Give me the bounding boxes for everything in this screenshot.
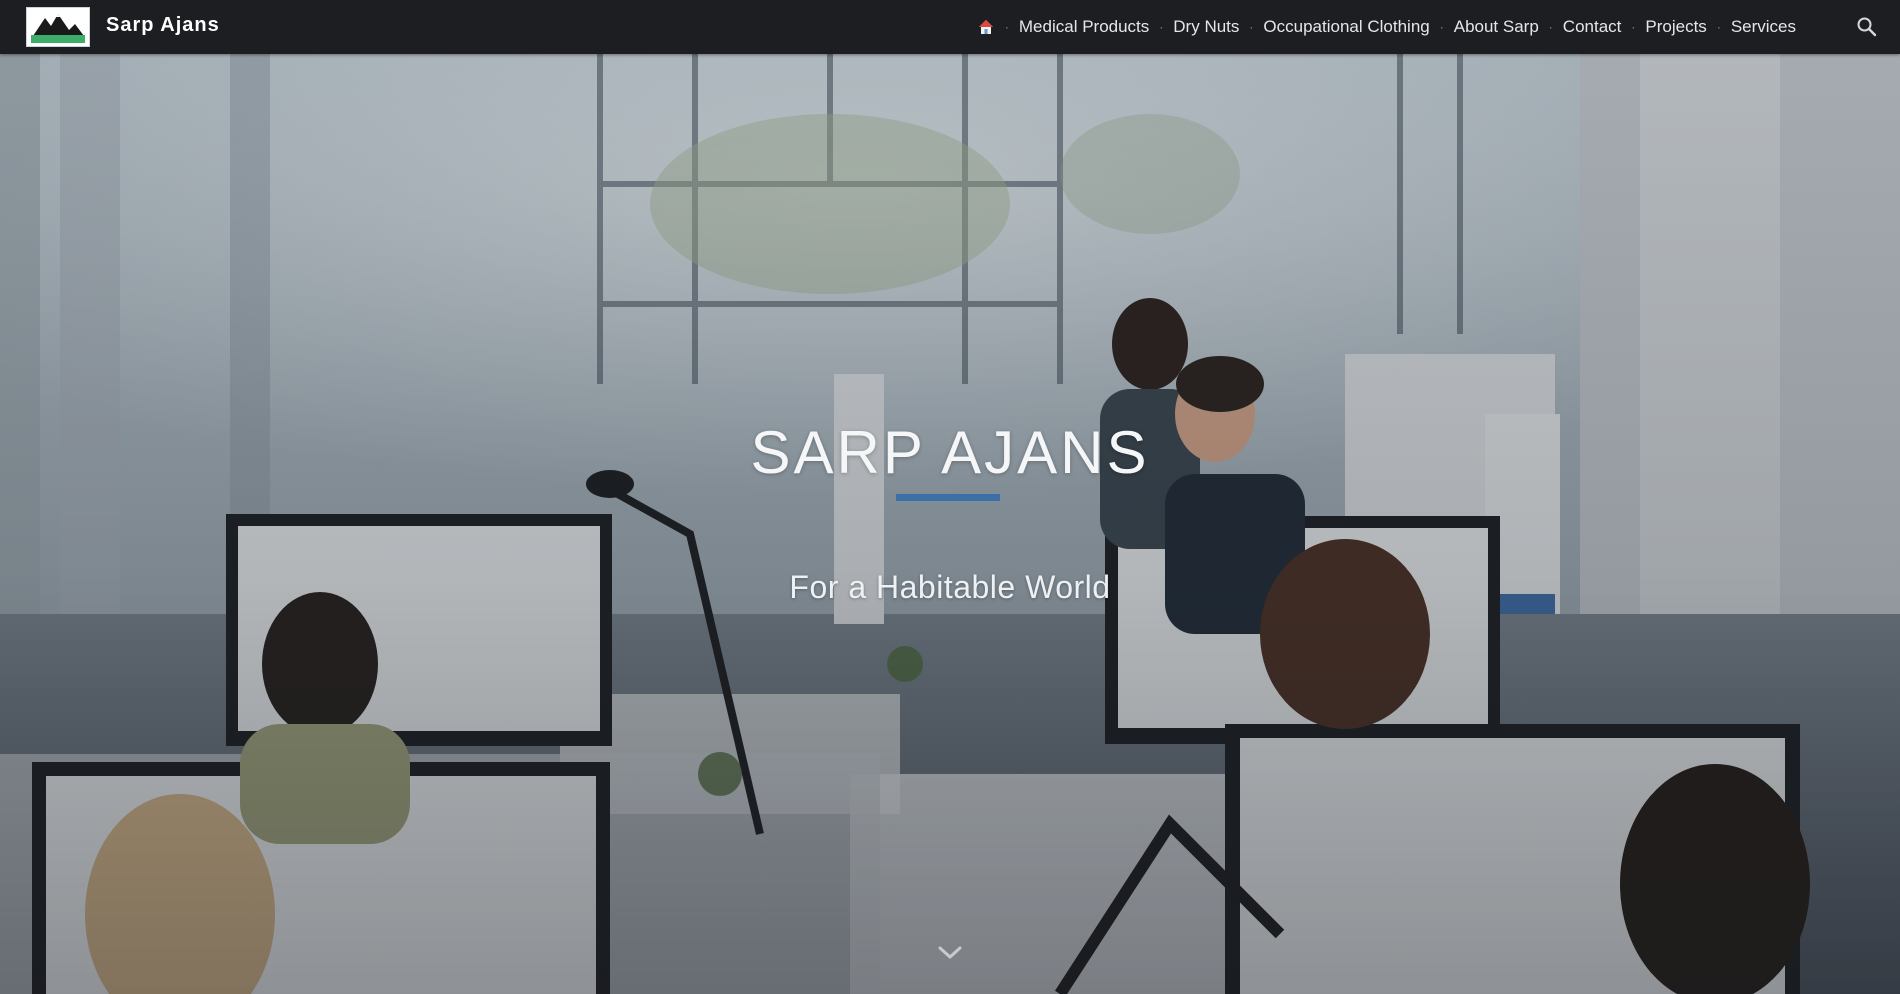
hero-title: SARP AJANS (750, 419, 1150, 486)
main-nav: · Medical Products · Dry Nuts · Occupati… (977, 0, 1796, 54)
mountain-logo-icon (27, 8, 89, 46)
nav-separator: · (1159, 20, 1164, 34)
hero-accent-rule (896, 494, 1000, 501)
site-title[interactable]: Sarp Ajans (106, 14, 220, 37)
top-navigation-bar: Sarp Ajans · Medical Products · Dry Nuts… (0, 0, 1900, 54)
nav-item-medical-products[interactable]: Medical Products (1019, 17, 1149, 37)
nav-separator: · (1716, 20, 1721, 34)
chevron-down-icon[interactable] (935, 942, 965, 964)
nav-item-services[interactable]: Services (1731, 17, 1796, 37)
page: Sarp Ajans · Medical Products · Dry Nuts… (0, 0, 1900, 994)
nav-item-contact[interactable]: Contact (1563, 17, 1622, 37)
nav-separator: · (1249, 20, 1254, 34)
hero-banner: SARP AJANS For a Habitable World (0, 54, 1900, 994)
hero-subtitle: For a Habitable World (789, 569, 1111, 605)
nav-separator: · (1004, 20, 1009, 34)
nav-item-projects[interactable]: Projects (1645, 17, 1706, 37)
nav-separator: · (1631, 20, 1636, 34)
hero-overlay (0, 54, 1900, 994)
search-icon[interactable] (1856, 16, 1878, 38)
site-logo[interactable] (26, 7, 90, 47)
nav-item-dry-nuts[interactable]: Dry Nuts (1173, 17, 1239, 37)
nav-separator: · (1439, 20, 1444, 34)
nav-item-occupational-clothing[interactable]: Occupational Clothing (1263, 17, 1429, 37)
home-icon[interactable] (977, 18, 995, 36)
nav-separator: · (1548, 20, 1553, 34)
nav-item-about-sarp[interactable]: About Sarp (1454, 17, 1539, 37)
